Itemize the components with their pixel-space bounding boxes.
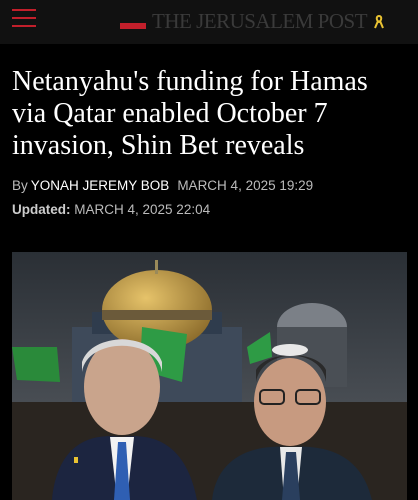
site-logo[interactable]: THE JERUSALEM POST: [120, 8, 385, 34]
hamburger-menu-icon[interactable]: [12, 9, 36, 29]
article-meta: By YONAH JEREMY BOB MARCH 4, 2025 19:29 Up…: [12, 176, 406, 220]
updated-label: Updated:: [12, 202, 71, 217]
publish-date: MARCH 4, 2025 19:29: [177, 178, 314, 193]
logo-text: THE JERUSALEM POST: [152, 8, 368, 33]
byline-prefix: By: [12, 178, 28, 193]
article-headline: Netanyahu's funding for Hamas via Qatar …: [12, 66, 368, 161]
author-link[interactable]: YONAH JEREMY BOB: [31, 178, 170, 193]
top-bar: THE JERUSALEM POST: [0, 0, 418, 44]
logo-red-bar: [120, 23, 146, 29]
yellow-ribbon-icon: [373, 14, 385, 29]
article-photo[interactable]: [12, 252, 407, 500]
updated-date: MARCH 4, 2025 22:04: [74, 202, 211, 217]
